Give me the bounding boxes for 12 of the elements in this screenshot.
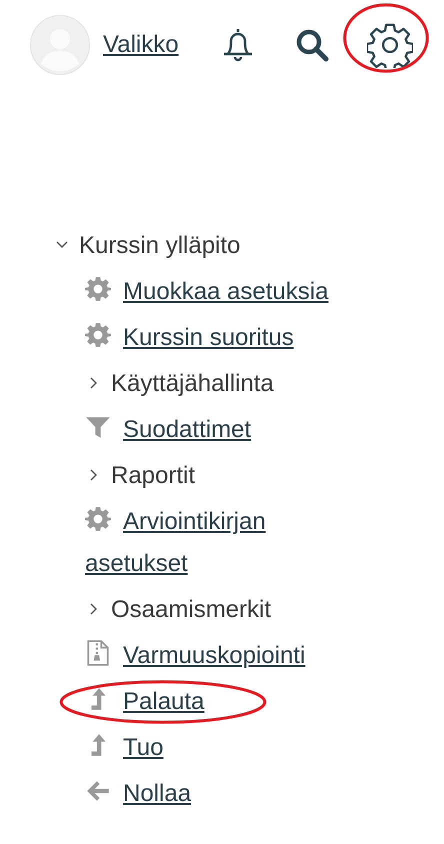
menu-link[interactable]: Kurssin suoritus — [85, 317, 294, 359]
tree-node[interactable]: Raportit — [85, 455, 365, 497]
menu-link[interactable]: Varmuuskopiointi — [85, 635, 306, 677]
menu-link[interactable]: Tuo — [85, 727, 164, 769]
menu-link[interactable]: Nollaa — [85, 773, 192, 815]
tree-node[interactable]: Käyttäjähallinta — [85, 363, 365, 405]
menu-link[interactable]: Arviointikirjan asetukset — [85, 501, 365, 585]
menu-link[interactable]: Muokkaa asetuksia — [85, 271, 328, 313]
menu-link[interactable]: Suodattimet — [85, 409, 252, 451]
tree-node[interactable]: Osaamismerkit — [85, 589, 365, 631]
menu-link[interactable]: Valikko — [103, 27, 179, 63]
tree-node[interactable]: Kurssin ylläpito — [55, 223, 444, 269]
